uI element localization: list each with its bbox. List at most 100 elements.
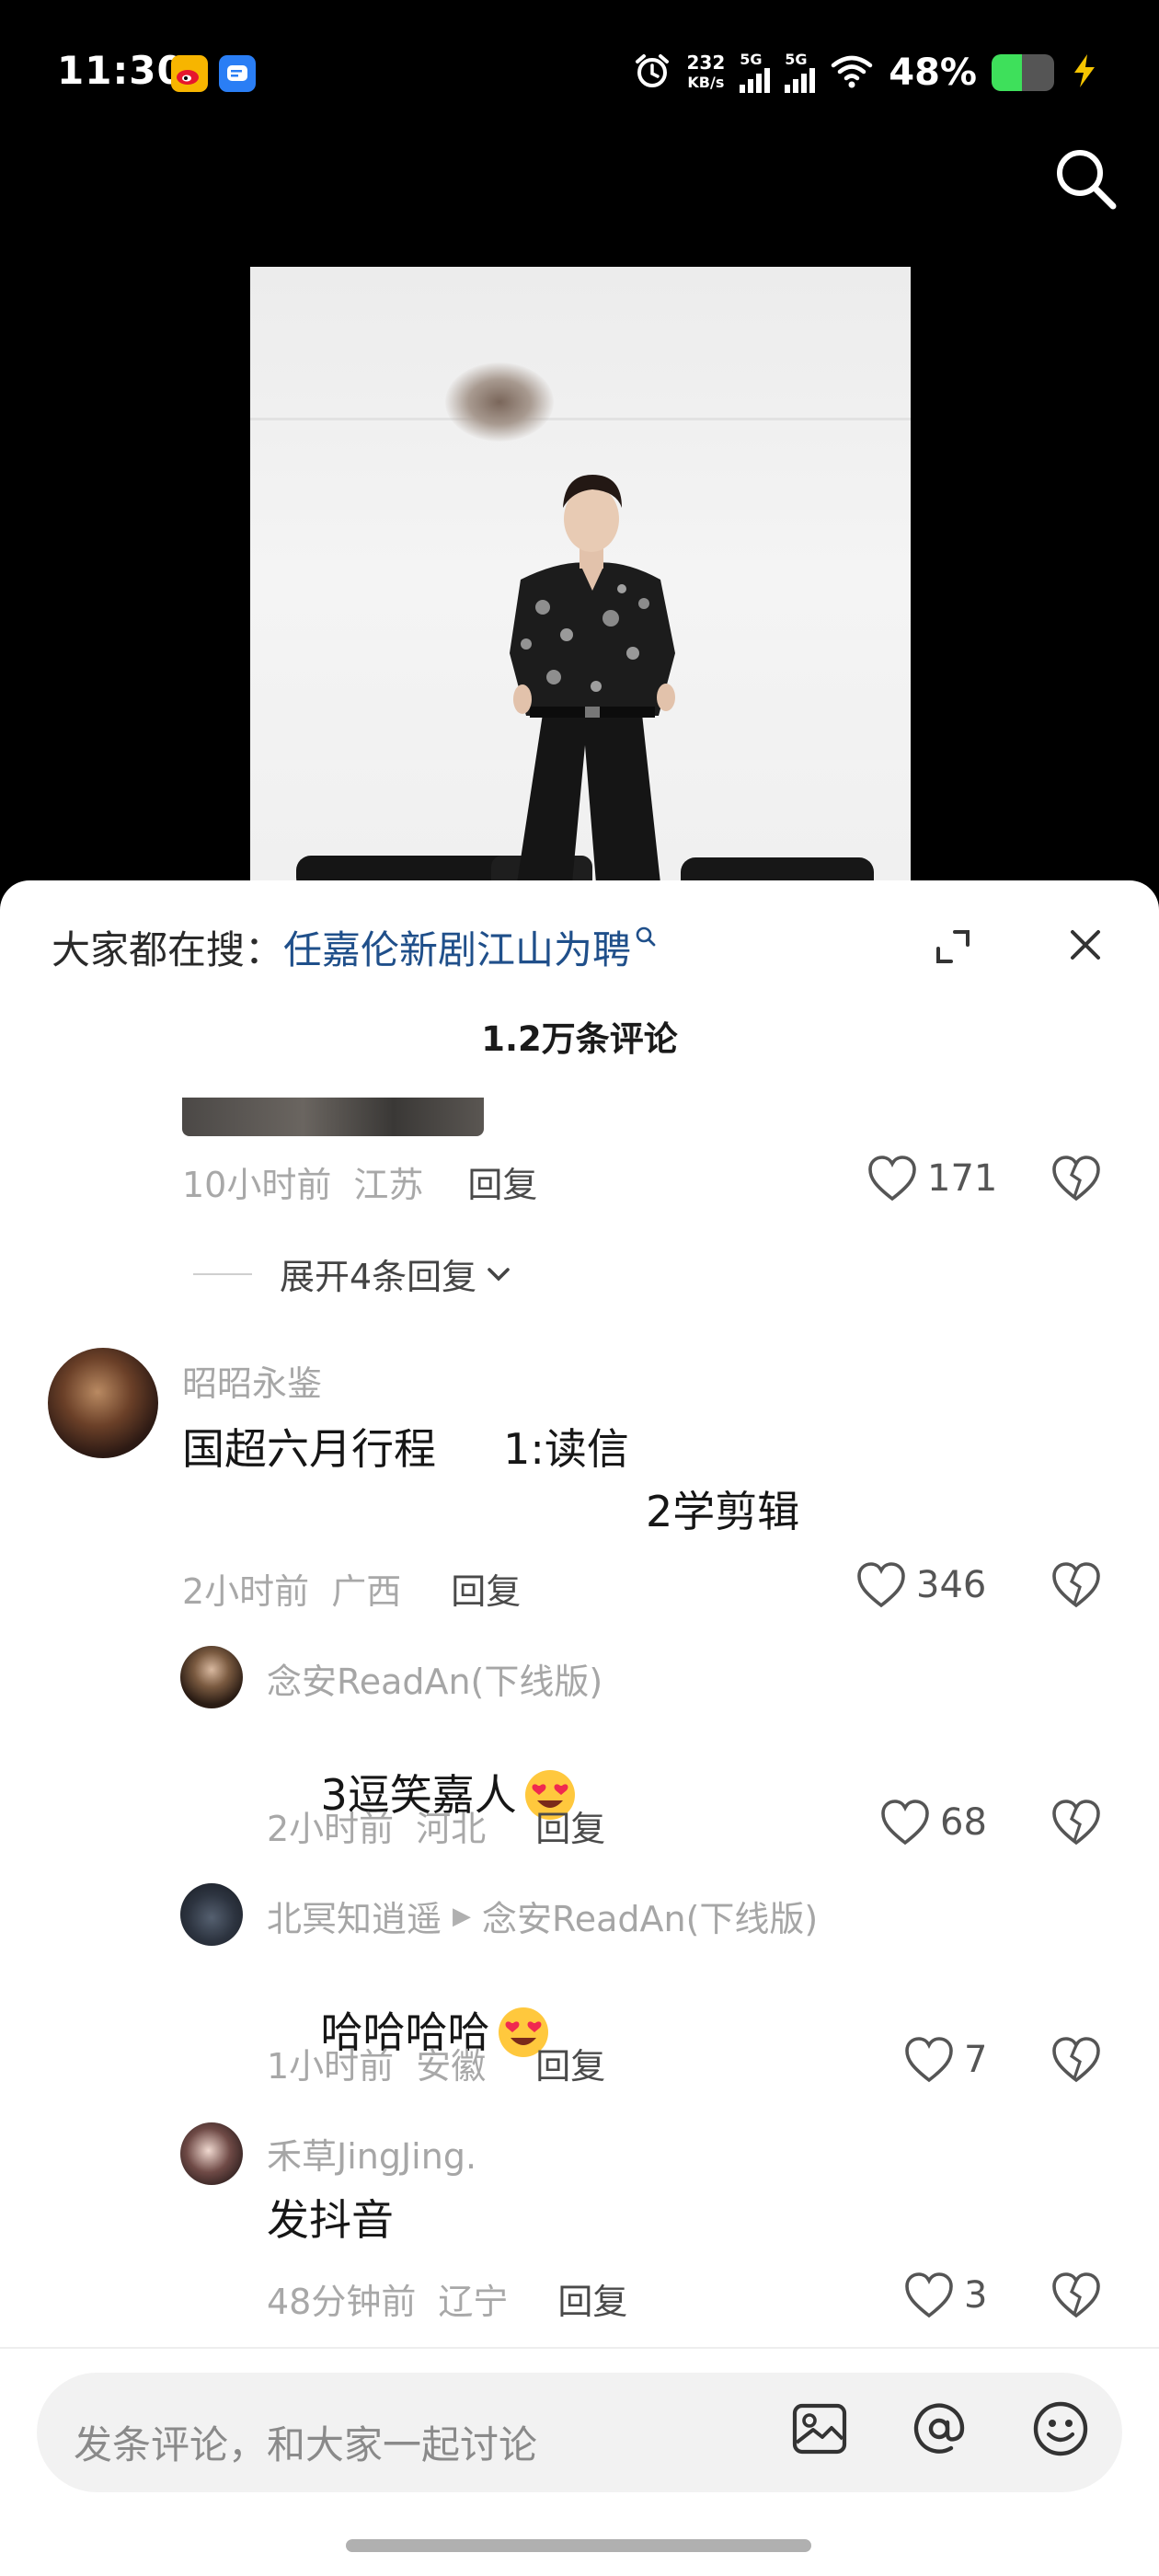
- person-figure: [296, 475, 874, 883]
- comment-meta: 2小时前 广西 回复: [182, 1563, 521, 1614]
- sim1-label: 5G: [740, 51, 763, 68]
- reply-time: 2小时前: [267, 1809, 395, 1849]
- hot-search-term[interactable]: 任嘉伦新剧江山为聘: [283, 919, 631, 975]
- signal-sim1: 5G: [740, 51, 771, 93]
- comment-time: 10小时前: [182, 1165, 332, 1205]
- reply-meta: 1小时前 安徽 回复: [267, 2038, 605, 2088]
- comment-image-thumbnail[interactable]: [182, 1098, 484, 1136]
- avatar[interactable]: [48, 1348, 158, 1458]
- reply-button[interactable]: 回复: [557, 2273, 627, 2324]
- reply-time: 1小时前: [267, 2046, 395, 2087]
- reply-meta: 2小时前 河北 回复: [267, 1800, 605, 1851]
- reply-location: 安徽: [416, 2046, 487, 2087]
- heart-icon: [905, 2272, 953, 2318]
- like-button[interactable]: 68: [879, 1799, 987, 1846]
- comment-location: 广西: [331, 1571, 402, 1612]
- charging-icon: [1069, 52, 1100, 93]
- message-app-icon: [219, 55, 256, 92]
- status-time: 11:30: [57, 48, 185, 93]
- broken-heart-icon: [1052, 2272, 1100, 2318]
- at-icon[interactable]: [909, 2398, 970, 2463]
- reply-username[interactable]: 禾草JingJing.: [267, 2128, 476, 2179]
- like-button[interactable]: 3: [903, 2271, 987, 2319]
- heart-icon: [857, 1562, 905, 1608]
- reply-arrow-icon: ▶: [453, 1902, 472, 1930]
- reply-button[interactable]: 回复: [535, 1800, 605, 1851]
- net-speed-value: 232: [686, 52, 726, 74]
- like-count: 3: [964, 2274, 988, 2317]
- broken-heart-icon: [1052, 2037, 1100, 2083]
- reply-username[interactable]: 北冥知逍遥: [267, 1891, 442, 1941]
- video-player[interactable]: [250, 267, 911, 883]
- comment-text: 国超六月行程 1:读信: [182, 1424, 629, 1474]
- like-button[interactable]: 346: [855, 1561, 986, 1609]
- broken-heart-icon: [1052, 1800, 1100, 1846]
- hot-search-prefix: 大家都在搜：: [52, 927, 284, 972]
- reply-location: 河北: [416, 1809, 487, 1849]
- reply-location: 辽宁: [438, 2282, 509, 2322]
- wifi-icon: [830, 52, 874, 93]
- like-button[interactable]: 7: [903, 2036, 987, 2084]
- dislike-button[interactable]: [1050, 1561, 1102, 1613]
- broken-heart-icon: [1052, 1156, 1100, 1202]
- dislike-button[interactable]: [1050, 1155, 1102, 1206]
- reply-username[interactable]: 念安ReadAn(下线版): [267, 1653, 602, 1704]
- comment-meta: 10小时前 江苏 回复: [182, 1156, 537, 1207]
- net-speed: 232 KB/s: [687, 53, 726, 92]
- avatar[interactable]: [180, 1883, 243, 1946]
- battery-percent: 48%: [889, 52, 977, 94]
- like-count: 68: [940, 1801, 987, 1844]
- heart-icon: [868, 1156, 916, 1202]
- comment-username[interactable]: 昭昭永鉴: [182, 1355, 322, 1406]
- sim2-label: 5G: [785, 51, 808, 68]
- search-icon: [635, 912, 657, 957]
- expand-replies-button[interactable]: 展开4条回复: [193, 1248, 517, 1299]
- reply-username-row: 北冥知逍遥 ▶ 念安ReadAn(下线版): [267, 1891, 818, 1941]
- comment-input-placeholder[interactable]: 发条评论，和大家一起讨论: [74, 2414, 537, 2470]
- heart-icon: [881, 1800, 929, 1846]
- weibo-icon: [171, 55, 208, 92]
- status-bar: 11:30 232 KB/s 5G 5G 48%: [0, 0, 1159, 147]
- comment-sheet: 大家都在搜： 任嘉伦新剧江山为聘 1.2万条评论 10小时前 江苏 回复 171…: [0, 880, 1159, 2576]
- reply-button[interactable]: 回复: [535, 2038, 605, 2088]
- hot-search-bar[interactable]: 大家都在搜： 任嘉伦新剧江山为聘: [52, 919, 657, 975]
- dislike-button[interactable]: [1050, 2036, 1102, 2087]
- signal-sim2: 5G: [785, 51, 816, 93]
- alarm-icon: [632, 51, 672, 95]
- comment-time: 2小时前: [182, 1571, 310, 1612]
- net-speed-unit: KB/s: [687, 74, 725, 91]
- reply-button[interactable]: 回复: [467, 1156, 537, 1207]
- like-count: 7: [964, 2039, 988, 2081]
- battery-icon: [992, 54, 1054, 91]
- broken-heart-icon: [1052, 1562, 1100, 1608]
- battery-level: [992, 54, 1022, 91]
- reply-to-username[interactable]: 念安ReadAn(下线版): [482, 1891, 818, 1941]
- comment-location: 江苏: [353, 1165, 424, 1205]
- signal-bars-icon: [785, 67, 816, 93]
- home-indicator[interactable]: [346, 2539, 811, 2552]
- dislike-button[interactable]: [1050, 2271, 1102, 2323]
- avatar[interactable]: [180, 1646, 243, 1708]
- comment-text-line2: 2学剪辑: [646, 1487, 800, 1536]
- like-count: 171: [927, 1157, 998, 1200]
- emoji-icon[interactable]: [1030, 2398, 1091, 2463]
- reply-button[interactable]: 回复: [451, 1563, 521, 1614]
- reply-text: 发抖音: [267, 2195, 394, 2245]
- signal-bars-icon: [740, 67, 771, 93]
- status-right: 232 KB/s 5G 5G 48%: [632, 50, 1101, 96]
- chevron-down-icon: [488, 1267, 510, 1282]
- avatar[interactable]: [180, 2122, 243, 2185]
- like-count: 346: [916, 1564, 987, 1606]
- like-button[interactable]: 171: [866, 1155, 997, 1202]
- heart-icon: [905, 2037, 953, 2083]
- search-icon[interactable]: [1050, 144, 1120, 217]
- reply-meta: 48分钟前 辽宁 回复: [267, 2273, 627, 2324]
- reply-time: 48分钟前: [267, 2282, 417, 2322]
- expand-icon[interactable]: [931, 925, 975, 972]
- close-icon[interactable]: [1063, 923, 1107, 971]
- expand-replies-label: 展开4条回复: [280, 1257, 477, 1297]
- dislike-button[interactable]: [1050, 1799, 1102, 1850]
- image-icon[interactable]: [789, 2398, 850, 2463]
- divider: [0, 2347, 1159, 2349]
- divider: [193, 1272, 252, 1275]
